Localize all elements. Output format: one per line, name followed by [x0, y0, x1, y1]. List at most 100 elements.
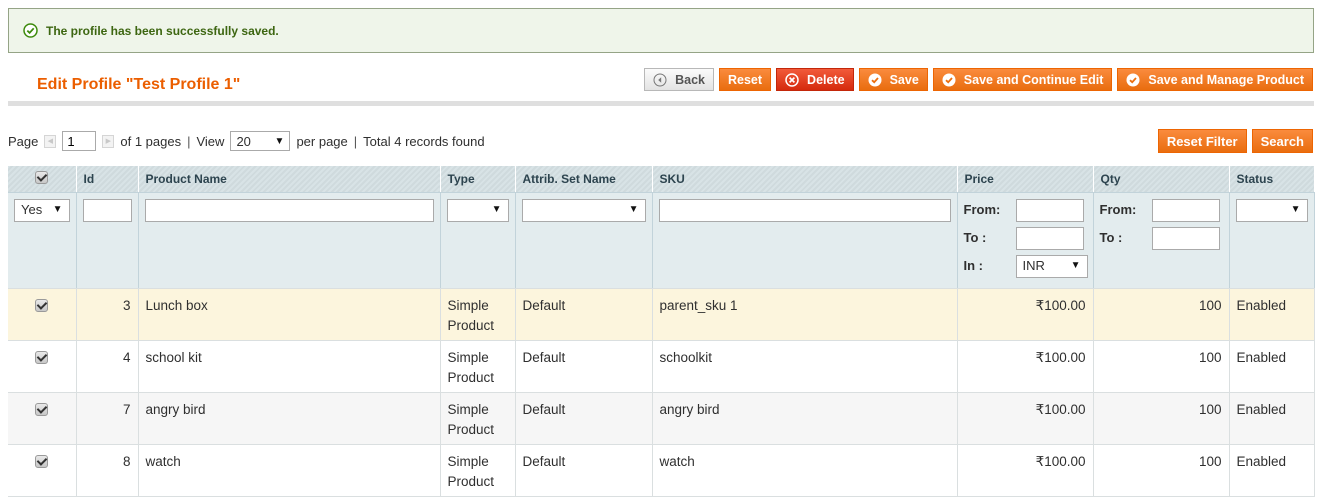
cell-sku: watch [652, 444, 958, 497]
qty-from-input[interactable] [1151, 198, 1220, 222]
price-from-input[interactable] [1015, 198, 1084, 222]
chevron-down-icon: ▼ [628, 204, 639, 215]
prev-page-icon[interactable]: ◀ [44, 134, 57, 148]
col-type[interactable]: Type [440, 166, 516, 193]
back-button[interactable]: Back [644, 68, 714, 91]
cell-type: Simple Product [440, 340, 516, 393]
delete-x-icon [785, 72, 799, 87]
chevron-down-icon: ▼ [1070, 260, 1081, 271]
row-checkbox[interactable] [35, 402, 49, 416]
col-attrib-set[interactable]: Attrib. Set Name [515, 166, 653, 193]
cell-attrib: Default [515, 288, 653, 341]
select-all-header[interactable] [8, 166, 77, 193]
cell-attrib: Default [515, 392, 653, 445]
col-status[interactable]: Status [1229, 166, 1315, 193]
col-product-name[interactable]: Product Name [138, 166, 441, 193]
view-label: View [196, 133, 225, 149]
currency-label: In : [963, 258, 984, 273]
col-qty[interactable]: Qty [1093, 166, 1230, 193]
cell-price: ₹100.00 [957, 392, 1094, 445]
success-message-text: The profile has been successfully saved. [46, 23, 279, 38]
cell-sku: angry bird [652, 392, 958, 445]
reset-filter-button[interactable]: Reset Filter [1157, 129, 1247, 153]
cell-price: ₹100.00 [957, 444, 1094, 497]
qty-to-label: To : [1099, 230, 1123, 245]
sku-filter-input[interactable] [658, 198, 951, 222]
pager-separator: | [187, 133, 191, 149]
cell-qty: 100 [1093, 444, 1230, 497]
cell-id: 7 [76, 392, 139, 445]
cell-status: Enabled [1229, 340, 1315, 393]
cell-qty: 100 [1093, 340, 1230, 393]
table-row[interactable]: 8 watch Simple Product Default watch ₹10… [8, 444, 1315, 497]
status-filter-select[interactable]: ▼ [1235, 198, 1308, 222]
cell-price: ₹100.00 [957, 288, 1094, 341]
filter-row: Yes ▼ ▼ ▼ From: To : In : INR ▼ From: To… [8, 192, 1315, 289]
row-checkbox[interactable] [35, 350, 49, 364]
total-records: Total 4 records found [363, 133, 485, 149]
cell-id: 4 [76, 340, 139, 393]
currency-select[interactable]: INR ▼ [1015, 254, 1088, 278]
price-to-input[interactable] [1015, 226, 1084, 250]
col-price[interactable]: Price [957, 166, 1094, 193]
cell-price: ₹100.00 [957, 340, 1094, 393]
page-number-input[interactable] [62, 131, 97, 151]
price-from-label: From: [963, 202, 1001, 217]
row-checkbox[interactable] [35, 454, 49, 468]
type-filter-select[interactable]: ▼ [446, 198, 509, 222]
cell-type: Simple Product [440, 288, 516, 341]
header-row: Id Product Name Type Attrib. Set Name SK… [8, 166, 1315, 193]
chevron-down-icon: ▼ [491, 204, 502, 215]
save-button[interactable]: Save [858, 68, 928, 91]
cell-sku: schoolkit [652, 340, 958, 393]
cell-status: Enabled [1229, 392, 1315, 445]
success-message: The profile has been successfully saved. [8, 8, 1314, 53]
cell-name: school kit [138, 340, 441, 393]
cell-type: Simple Product [440, 392, 516, 445]
page-label: Page [8, 133, 39, 149]
toolbar: Back Reset Delete Save Save and Continue… [644, 68, 1313, 91]
cell-sku: parent_sku 1 [652, 288, 958, 341]
col-sku[interactable]: SKU [652, 166, 958, 193]
col-id[interactable]: Id [76, 166, 139, 193]
select-all-checkbox[interactable] [35, 170, 49, 184]
table-row[interactable]: 4 school kit Simple Product Default scho… [8, 340, 1315, 393]
price-to-label: To : [963, 230, 987, 245]
cell-qty: 100 [1093, 288, 1230, 341]
save-and-continue-button[interactable]: Save and Continue Edit [932, 68, 1113, 91]
view-per-page-select[interactable]: 20 ▼ [230, 131, 291, 151]
name-filter-input[interactable] [144, 198, 434, 222]
cell-name: Lunch box [138, 288, 441, 341]
of-pages-text: of 1 pages [120, 133, 182, 149]
reset-button[interactable]: Reset [719, 68, 772, 91]
cell-id: 8 [76, 444, 139, 497]
qty-to-input[interactable] [1151, 226, 1220, 250]
next-page-icon[interactable]: ▶ [102, 134, 115, 148]
header-divider [8, 101, 1314, 106]
save-manage-check-icon [1126, 73, 1140, 87]
search-button[interactable]: Search [1251, 129, 1313, 153]
attrib-filter-select[interactable]: ▼ [521, 198, 646, 222]
save-and-manage-product-button[interactable]: Save and Manage Product [1117, 68, 1313, 91]
cell-status: Enabled [1229, 288, 1315, 341]
chevron-down-icon: ▼ [1290, 204, 1301, 215]
table-row[interactable]: 7 angry bird Simple Product Default angr… [8, 392, 1315, 445]
per-page-label: per page [296, 133, 348, 149]
back-arrow-icon [653, 73, 667, 87]
qty-range-filter: From: To : [1099, 198, 1223, 250]
chevron-down-icon: ▼ [52, 204, 63, 215]
pager: Page ◀ ▶ of 1 pages | View 20 ▼ per page… [8, 131, 485, 151]
cell-status: Enabled [1229, 444, 1315, 497]
cell-qty: 100 [1093, 392, 1230, 445]
row-checkbox[interactable] [35, 298, 49, 312]
save-continue-check-icon [942, 73, 956, 87]
qty-from-label: From: [1099, 202, 1137, 217]
id-filter-input[interactable] [82, 198, 132, 222]
in-products-select[interactable]: Yes ▼ [14, 198, 70, 222]
pager-separator: | [353, 133, 358, 149]
table-row[interactable]: 3 Lunch box Simple Product Default paren… [8, 288, 1315, 341]
price-range-filter: From: To : In : INR ▼ [963, 198, 1088, 278]
cell-name: watch [138, 444, 441, 497]
chevron-down-icon: ▼ [274, 135, 285, 147]
delete-button[interactable]: Delete [776, 68, 854, 91]
